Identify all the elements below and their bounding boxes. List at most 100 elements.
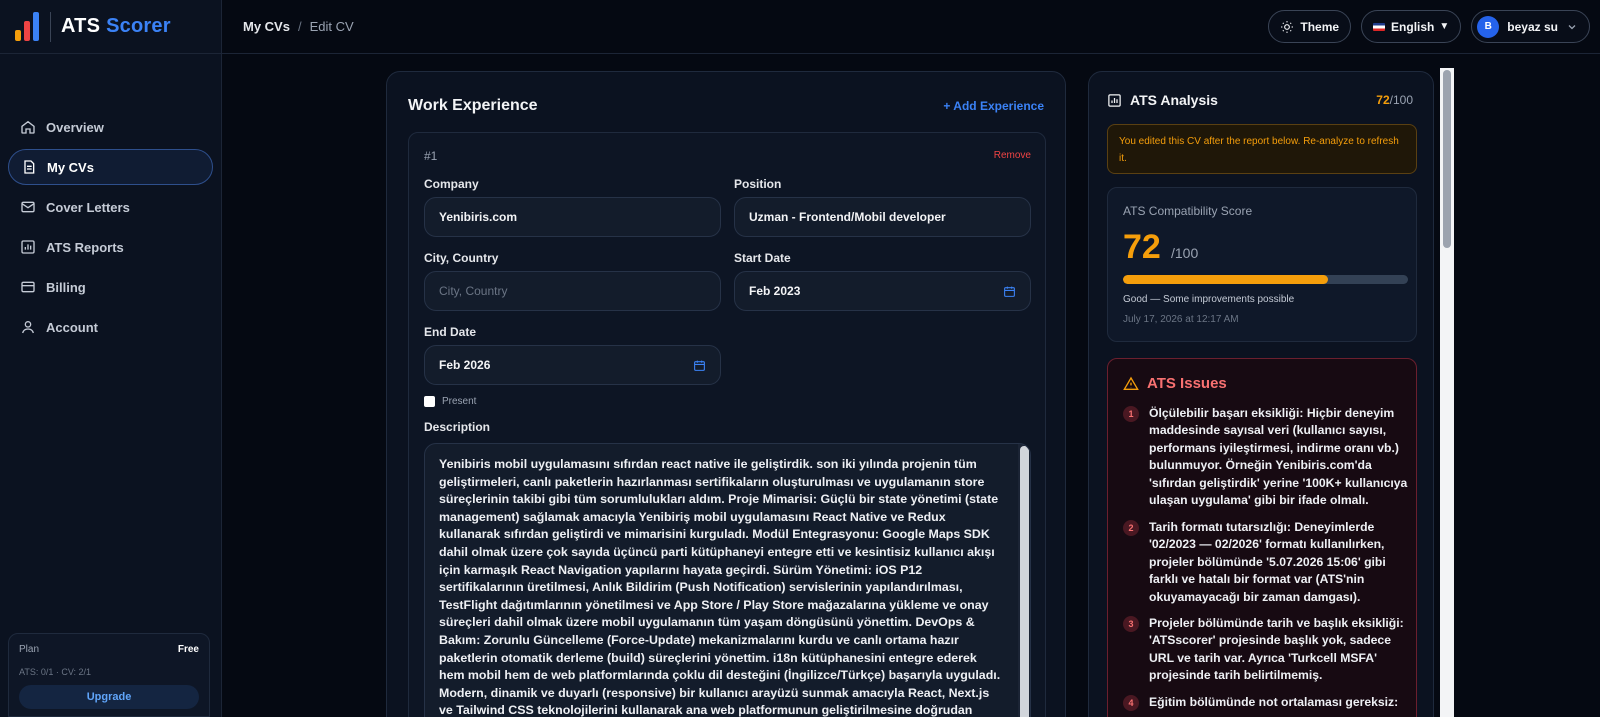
ats-issues-header: ATS Issues	[1123, 375, 1227, 392]
position-field[interactable]: Uzman - Frontend/Mobil developer	[734, 197, 1031, 237]
sidebar-item-overview[interactable]: Overview	[8, 109, 213, 145]
brand-name: ATS Scorer	[61, 15, 171, 38]
present-checkbox[interactable]: Present	[424, 396, 476, 407]
start-date-value: Feb 2023	[749, 284, 801, 298]
compatibility-score: 72	[1123, 228, 1161, 266]
document-icon	[21, 159, 37, 175]
sidebar-item-ats-reports[interactable]: ATS Reports	[8, 229, 213, 265]
ats-score-max: /100	[1389, 93, 1413, 107]
breadcrumb: My CVs / Edit CV	[222, 19, 354, 34]
sidebar-item-label: ATS Reports	[46, 239, 124, 255]
issue-text: Ölçülebilir başarı eksikliği: Hiçbir den…	[1149, 406, 1408, 508]
credit-card-icon	[20, 279, 36, 295]
add-experience-button[interactable]: + Add Experience	[943, 99, 1044, 113]
ats-issues-title: ATS Issues	[1147, 375, 1227, 392]
sidebar-item-account[interactable]: Account	[8, 309, 213, 345]
mail-icon	[20, 199, 36, 215]
sidebar-nav: Overview My CVs Cover Letters ATS Report…	[0, 54, 221, 345]
compatibility-max: /100	[1171, 245, 1199, 261]
plan-label: Plan	[19, 644, 40, 655]
work-experience-title: Work Experience	[408, 97, 538, 114]
description-scrollbar[interactable]	[1018, 444, 1030, 717]
description-text: Yenibiris mobil uygulamasını sıfırdan re…	[439, 457, 1001, 717]
sidebar-item-billing[interactable]: Billing	[8, 269, 213, 305]
end-date-value: Feb 2026	[439, 358, 491, 372]
ats-score-summary: 72/100	[1376, 93, 1413, 107]
sidebar-item-label: My CVs	[47, 159, 94, 175]
brand[interactable]: ATS Scorer	[0, 0, 221, 54]
score-status: Good — Some improvements possible	[1123, 294, 1295, 305]
chevron-down-icon	[1566, 21, 1578, 33]
issue-item: 1 Ölçülebilir başarı eksikliği: Hiçbir d…	[1123, 405, 1408, 509]
theme-button[interactable]: Theme	[1268, 10, 1352, 43]
language-select[interactable]: English ▼	[1361, 10, 1462, 43]
description-textarea[interactable]: Yenibiris mobil uygulamasını sıfırdan re…	[424, 443, 1031, 717]
start-date-label: Start Date	[734, 251, 791, 265]
top-actions: Theme English ▼ B beyaz su	[1268, 10, 1590, 43]
plan-card: Plan Free ATS: 0/1 · CV: 2/1 Upgrade	[8, 633, 210, 717]
score-progress-bar	[1123, 275, 1408, 284]
breadcrumb-my-cvs[interactable]: My CVs	[243, 19, 290, 34]
topbar: My CVs / Edit CV Theme English ▼ B beyaz…	[222, 0, 1600, 54]
breadcrumb-separator: /	[297, 19, 302, 34]
issue-number: 3	[1123, 616, 1139, 632]
issue-text: Tarih formatı tutarsızlığı: Deneyimlerde…	[1149, 520, 1386, 604]
calendar-icon[interactable]	[1003, 285, 1016, 298]
entry-number: #1	[424, 149, 438, 163]
user-icon	[20, 319, 36, 335]
company-field[interactable]: Yenibiris.com	[424, 197, 721, 237]
brand-divider	[50, 11, 51, 42]
present-label: Present	[442, 396, 477, 407]
scrollbar-thumb[interactable]	[1020, 446, 1029, 717]
uk-flag-icon	[1373, 22, 1386, 31]
sidebar-item-label: Account	[46, 319, 98, 335]
upgrade-button[interactable]: Upgrade	[19, 685, 199, 709]
sun-icon	[1280, 20, 1294, 34]
issue-number: 2	[1123, 520, 1139, 536]
brand-scorer: Scorer	[106, 15, 171, 37]
compatibility-score-card: ATS Compatibility Score 72 /100 Good — S…	[1107, 187, 1417, 342]
issue-item: 3 Projeler bölümünde tarih ve başlık eks…	[1123, 615, 1408, 685]
language-label: English	[1391, 19, 1435, 34]
city-field[interactable]: City, Country	[424, 271, 721, 311]
position-label: Position	[734, 177, 782, 191]
sidebar-item-cover-letters[interactable]: Cover Letters	[8, 189, 213, 225]
issue-number: 1	[1123, 406, 1139, 422]
issue-text: Projeler bölümünde tarih ve başlık eksik…	[1149, 616, 1404, 683]
plan-tier: Free	[177, 644, 199, 655]
logo-bar-chart-icon	[14, 11, 42, 43]
warning-icon	[1123, 376, 1139, 392]
experience-entry: #1 Remove Company Yenibiris.com Position…	[408, 132, 1046, 717]
remove-button[interactable]: Remove	[994, 150, 1031, 161]
sidebar-item-label: Cover Letters	[46, 199, 130, 215]
theme-label: Theme	[1300, 19, 1340, 34]
sidebar-item-label: Billing	[46, 279, 86, 295]
breadcrumb-edit-cv: Edit CV	[309, 19, 354, 34]
sidebar: ATS Scorer Overview My CVs Cover Letters …	[0, 0, 222, 717]
user-menu-button[interactable]: B beyaz su	[1471, 10, 1590, 43]
city-label: City, Country	[424, 251, 499, 265]
home-icon	[20, 119, 36, 135]
checkbox-box[interactable]	[424, 396, 435, 407]
issue-item: 2 Tarih formatı tutarsızlığı: Deneyimler…	[1123, 519, 1408, 606]
page-scrollbar[interactable]	[1440, 68, 1454, 717]
page-scrollbar-thumb[interactable]	[1443, 70, 1451, 248]
bar-chart-icon	[20, 239, 36, 255]
stale-report-warning: You edited this CV after the report belo…	[1107, 124, 1417, 174]
start-date-field[interactable]: Feb 2023	[734, 271, 1031, 311]
end-date-field[interactable]: Feb 2026	[424, 345, 721, 385]
caret-down-icon: ▼	[1439, 21, 1450, 32]
score-date: July 17, 2026 at 12:17 AM	[1123, 314, 1239, 325]
user-name: beyaz su	[1507, 19, 1558, 34]
bar-chart-icon	[1107, 93, 1122, 108]
avatar: B	[1477, 15, 1500, 38]
ats-analysis-title: ATS Analysis	[1130, 92, 1218, 108]
calendar-icon[interactable]	[693, 359, 706, 372]
work-experience-card: Work Experience + Add Experience #1 Remo…	[386, 71, 1066, 717]
company-label: Company	[424, 177, 479, 191]
brand-ats: ATS	[61, 15, 101, 37]
score-progress-fill	[1123, 275, 1329, 284]
issue-text: Eğitim bölümünde not ortalaması gereksiz…	[1149, 695, 1399, 709]
issue-number: 4	[1123, 695, 1139, 711]
sidebar-item-my-cvs[interactable]: My CVs	[8, 149, 213, 185]
